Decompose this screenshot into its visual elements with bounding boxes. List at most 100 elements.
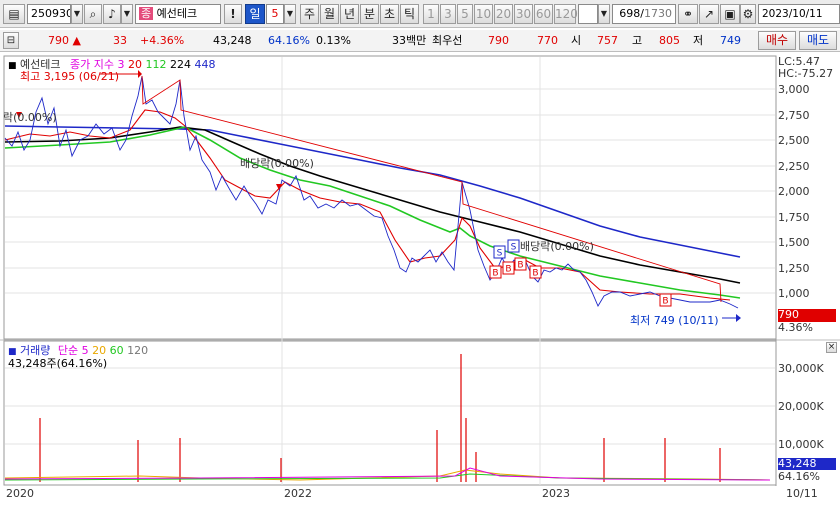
period-year-button[interactable]: 년 [340, 4, 359, 24]
period-month-button[interactable]: 월 [320, 4, 339, 24]
svg-text:S: S [511, 243, 517, 253]
stock-name-field[interactable]: 종 예선테크 [135, 4, 221, 24]
sound-dropdown-icon[interactable]: ▼ [121, 4, 133, 24]
price-tick: 3,000 [778, 83, 810, 96]
best-quote-label: 최우선 [432, 34, 463, 47]
signal-marker-s: S [493, 245, 506, 259]
volume: 43,248 [213, 34, 252, 47]
low-price: 749 [720, 34, 741, 47]
step-10-button[interactable]: 10 [474, 4, 493, 24]
stock-code-input[interactable]: 250930 [27, 4, 71, 24]
step-1-button[interactable]: 1 [423, 4, 439, 24]
step-dropdown-icon[interactable]: ▼ [598, 4, 610, 24]
high-label: 고 [632, 34, 643, 47]
price-tick: 2,500 [778, 134, 810, 147]
svg-text:B: B [517, 261, 523, 271]
step-5-button[interactable]: 5 [457, 4, 473, 24]
volume-tick: 30,000K [778, 362, 824, 375]
link-icon[interactable]: ⚭ [678, 4, 698, 24]
svg-text:B: B [532, 269, 538, 279]
period-second-button[interactable]: 초 [380, 4, 399, 24]
ratio: 0.13% [316, 34, 351, 47]
legend-ma112: 112 [145, 58, 167, 71]
volume-tick: 20,000K [778, 400, 824, 413]
expand-icon[interactable]: ↗ [699, 4, 719, 24]
dividend-label: 배당락(0.00%) [520, 240, 594, 253]
data-total: 1730 [644, 7, 672, 20]
svg-text:B: B [492, 269, 498, 279]
period-day-button[interactable]: 일 [245, 4, 265, 24]
step-3-button[interactable]: 3 [440, 4, 456, 24]
toggle-icon[interactable]: ⊟ [3, 32, 19, 49]
best-bid: 770 [537, 34, 558, 47]
last-price-value: 790 [778, 308, 799, 321]
signal-marker-s: S [507, 239, 520, 253]
speaker-icon[interactable]: ♪ [103, 4, 121, 24]
last-volume-value: 43,248 [778, 457, 817, 470]
price-tick: 2,750 [778, 109, 810, 122]
step-30-button[interactable]: 30 [514, 4, 533, 24]
alert-button[interactable]: ! [224, 4, 242, 24]
settings-icon[interactable]: ⚙ [740, 4, 756, 24]
price-tick: 2,000 [778, 185, 810, 198]
volume-tick: 10,000K [778, 438, 824, 451]
current-price: 790 ▲ [48, 34, 81, 47]
signal-marker-b: B [502, 261, 515, 275]
svg-text:B: B [505, 265, 511, 275]
period-dropdown-icon[interactable]: ▼ [284, 4, 296, 24]
price-change-pct: +4.36% [140, 34, 185, 47]
period-tick-button[interactable]: 틱 [400, 4, 419, 24]
price-tick: 1,500 [778, 236, 810, 249]
price-tick: 1,000 [778, 287, 810, 300]
legend-ma224: 224 [169, 58, 191, 71]
date-tick: 2023 [542, 487, 570, 500]
price-tick: 2,250 [778, 160, 810, 173]
step-120-button[interactable]: 120 [554, 4, 578, 24]
data-position: 698 [619, 7, 641, 20]
best-ask: 790 [488, 34, 509, 47]
volume-detail: 43,248주(64.16%) [8, 357, 108, 370]
close-panel-icon[interactable]: × [826, 342, 837, 353]
legend-volume-ma60: 60 [109, 344, 124, 357]
turnover-pct: 64.16% [268, 34, 310, 47]
search-icon[interactable]: ⌕ [84, 4, 102, 24]
last-date: 10/11 [786, 487, 818, 500]
high-price: 805 [659, 34, 680, 47]
data-count-field[interactable]: 698/1730 [612, 4, 676, 24]
date-field[interactable]: 2023/10/11 [758, 4, 840, 24]
legend-ma20: 20 [127, 58, 142, 71]
last-price-pct: 4.36% [778, 321, 813, 334]
date-tick: 2022 [284, 487, 312, 500]
volume-panel-frame [3, 340, 777, 486]
svg-text:B: B [662, 297, 668, 307]
menu-icon[interactable]: ▤ [3, 4, 25, 24]
step-20-button[interactable]: 20 [494, 4, 513, 24]
price-tick: 1,250 [778, 262, 810, 275]
open-price: 757 [597, 34, 618, 47]
dividend-label: 락(0.00%) [3, 111, 57, 124]
legend-ma448: 448 [194, 58, 216, 71]
save-icon[interactable]: ▣ [720, 4, 740, 24]
price-tick: 1,750 [778, 211, 810, 224]
date-tick: 2020 [6, 487, 34, 500]
quote-bar: ⊟ 790 ▲ 33 +4.36% 43,248 64.16% 0.13% 33… [0, 30, 840, 52]
period-count-field[interactable]: 5 [266, 4, 284, 24]
sell-button[interactable]: 매도 [799, 31, 837, 50]
period-minute-button[interactable]: 분 [360, 4, 379, 24]
buy-button[interactable]: 매수 [758, 31, 796, 50]
signal-marker-b: B [529, 265, 542, 279]
min-price-label: 최저 749 (10/11) [630, 314, 719, 327]
step-60-button[interactable]: 60 [534, 4, 553, 24]
dividend-label: 배당락(0.00%) [240, 157, 314, 170]
stock-chart[interactable]: S S B B B B B [0, 54, 840, 510]
legend-square-icon: ■ [8, 61, 17, 71]
code-dropdown-icon[interactable]: ▼ [71, 4, 83, 24]
period-week-button[interactable]: 주 [300, 4, 319, 24]
last-volume-pct: 64.16% [778, 470, 820, 483]
svg-text:S: S [497, 249, 503, 259]
step-custom-field[interactable] [578, 4, 598, 24]
signal-marker-b: B [514, 257, 527, 271]
signal-marker-b: B [489, 265, 502, 279]
legend-volume-ma120: 120 [127, 344, 149, 357]
max-price-label: 최고 3,195 (06/21) [20, 70, 120, 83]
